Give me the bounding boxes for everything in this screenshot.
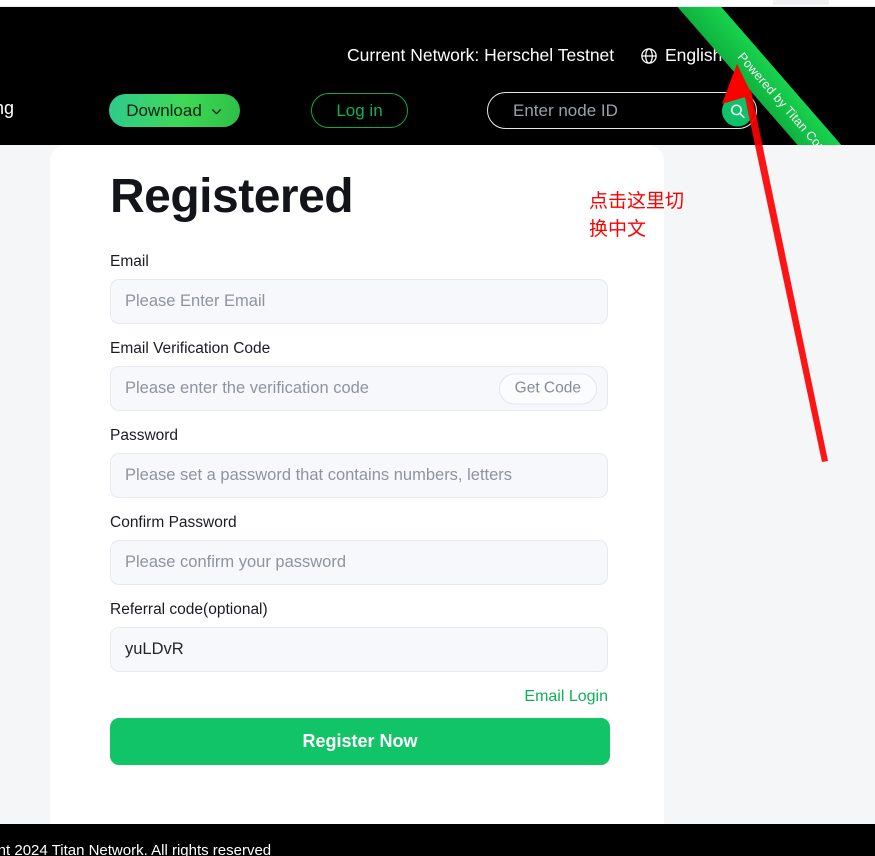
confirm-password-placeholder: Please confirm your password [125,553,347,571]
download-button[interactable]: Download [109,94,240,127]
browser-top-edge [0,0,875,7]
globe-icon [640,47,658,65]
field-referral-code: Referral code(optional) yuLDvR [110,601,608,672]
referral-code-input[interactable]: yuLDvR [110,627,608,672]
page-body: Registered Email Please Enter Email Emai… [0,145,875,824]
chevron-down-icon [730,50,744,64]
language-label: English [665,45,723,65]
registration-form: Registered Email Please Enter Email Emai… [110,170,610,765]
field-label-confirm-password: Confirm Password [110,514,237,531]
field-label-email: Email [110,253,149,270]
register-now-button[interactable]: Register Now [110,718,610,765]
field-label-referral-code: Referral code(optional) [110,601,268,618]
search-icon[interactable] [722,95,753,126]
referral-code-value: yuLDvR [125,640,184,658]
verification-code-placeholder: Please enter the verification code [125,379,369,397]
password-input[interactable]: Please set a password that contains numb… [110,453,608,498]
footer-copyright: Copyright 2024 Titan Network. All rights… [0,842,272,856]
field-verification-code: Email Verification Code Please enter the… [110,340,608,411]
email-login-link[interactable]: Email Login [110,688,608,706]
login-button[interactable]: Log in [311,93,408,128]
browser-chrome-nub [773,0,829,5]
site-footer: Copyright 2024 Titan Network. All rights… [0,824,875,856]
field-email: Email Please Enter Email [110,253,608,324]
get-code-button[interactable]: Get Code [498,373,597,404]
confirm-password-input[interactable]: Please confirm your password [110,540,608,585]
field-label-verification-code: Email Verification Code [110,340,271,357]
nav-item-staking[interactable]: Staking [0,98,14,119]
password-input-placeholder: Please set a password that contains numb… [125,466,513,484]
field-password: Password Please set a password that cont… [110,427,608,498]
field-label-password: Password [110,427,179,444]
chevron-down-icon [210,105,223,118]
current-network-status: Current Network: Herschel Testnet [347,45,615,65]
registration-card: Registered Email Please Enter Email Emai… [50,145,664,824]
node-id-search[interactable]: Enter node ID [487,92,757,129]
page-title: Registered [110,170,354,223]
header-utility-row: Current Network: Herschel Testnet Englis… [0,7,875,79]
node-id-search-placeholder: Enter node ID [513,100,618,120]
language-switcher[interactable]: English [640,45,744,66]
email-input-placeholder: Please Enter Email [125,292,266,310]
field-confirm-password: Confirm Password Please confirm your pas… [110,514,608,585]
download-button-label: Download [126,100,202,120]
email-input[interactable]: Please Enter Email [110,279,608,324]
verification-code-input[interactable]: Please enter the verification code Get C… [110,366,608,411]
